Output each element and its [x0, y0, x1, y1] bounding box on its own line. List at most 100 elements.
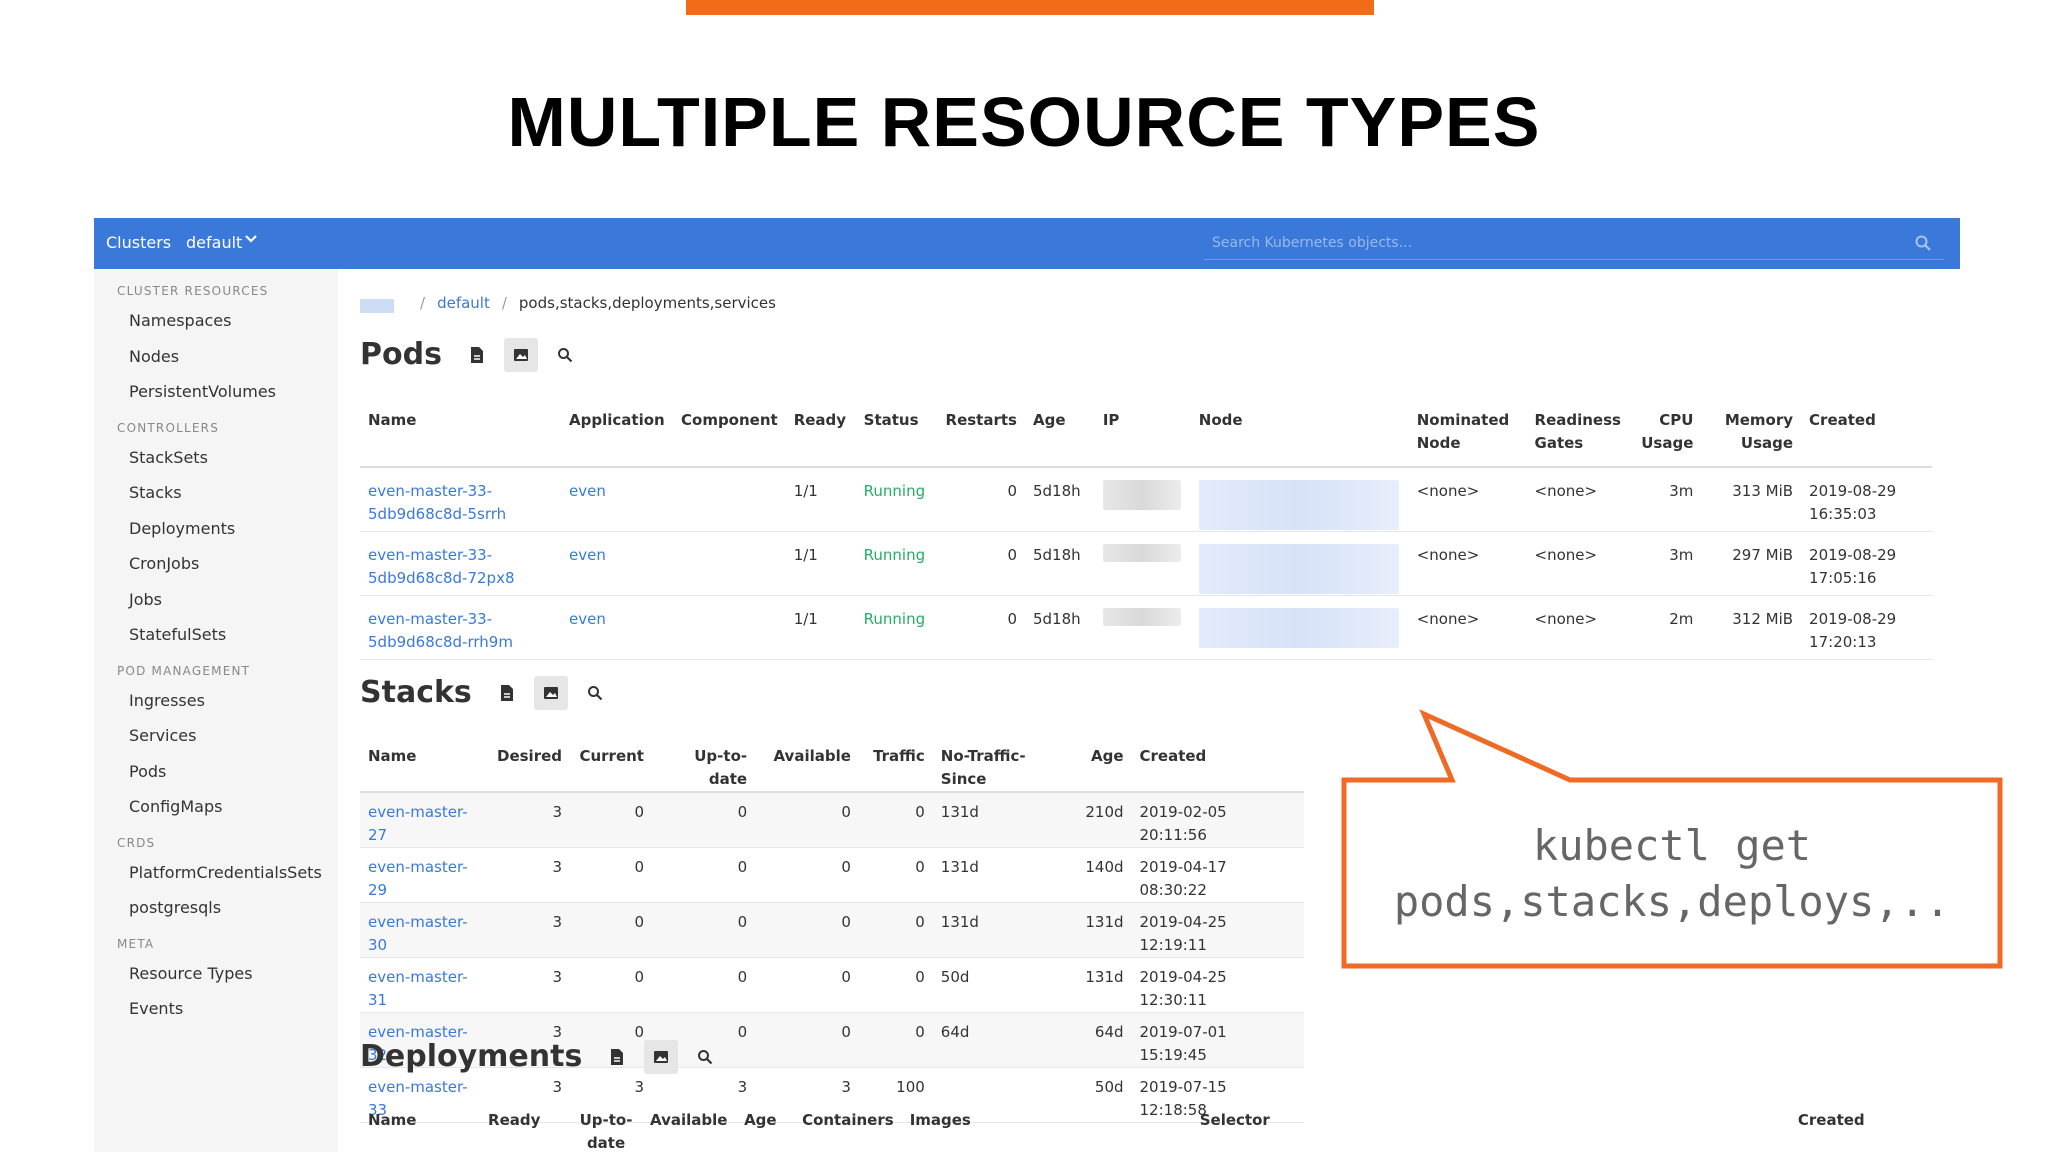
sidebar-item-events[interactable]: Events — [94, 991, 338, 1027]
pod-name-link[interactable]: even-master-33-5db9d68c8d-rrh9m — [360, 595, 561, 659]
image-icon[interactable] — [503, 337, 538, 372]
column-header[interactable]: CPU Usage — [1631, 409, 1701, 467]
column-header[interactable]: Current — [570, 745, 652, 792]
sidebar-item-resource-types[interactable]: Resource Types — [94, 956, 338, 992]
sidebar-item-cronjobs[interactable]: CronJobs — [94, 546, 338, 582]
stacks-header: Stacks — [360, 675, 622, 710]
table-row: even-master-33-5db9d68c8d-72px8 even 1/1… — [360, 531, 1932, 595]
pod-cpu-usage: 3m — [1669, 545, 1694, 564]
pod-age: 5d18h — [1032, 545, 1081, 564]
pod-node-redacted[interactable] — [1191, 467, 1409, 531]
pod-application-link[interactable]: even — [561, 595, 673, 659]
search-icon[interactable] — [578, 676, 612, 710]
table-row: even-master-31 3 0 0 0 0 50d 131d 2019-04-25 12:… — [360, 958, 1304, 1013]
pod-nominated-node: <none> — [1416, 609, 1480, 628]
image-icon[interactable] — [533, 675, 568, 710]
sidebar-item-postgresqls[interactable]: postgresqls — [94, 890, 338, 926]
pod-node-redacted[interactable] — [1191, 531, 1409, 595]
stack-no-traffic-since: 131d — [940, 913, 979, 931]
pod-name-link[interactable]: even-master-33-5db9d68c8d-5srrh — [360, 467, 561, 531]
sidebar-section-cluster-resources: CLUSTER RESOURCES Namespaces Nodes Persi… — [94, 279, 338, 410]
stack-name-link[interactable]: even-master-30 — [360, 903, 489, 958]
stack-name-link[interactable]: even-master-27 — [360, 792, 489, 848]
table-row: even-master-30 3 0 0 0 0 131d 131d 2019-04-25 12… — [360, 902, 1304, 958]
sidebar-item-stacks[interactable]: Stacks — [94, 475, 338, 511]
stack-name-link[interactable]: even-master-29 — [360, 848, 489, 903]
column-header[interactable]: Age — [736, 1109, 794, 1152]
clusters-link[interactable]: Clusters — [106, 233, 171, 252]
column-header[interactable]: Available — [755, 745, 859, 792]
sidebar-item-persistentvolumes[interactable]: PersistentVolumes — [94, 374, 338, 410]
column-header[interactable]: Up-to-date — [652, 745, 755, 792]
sidebar-item-ingresses[interactable]: Ingresses — [94, 683, 338, 719]
column-header[interactable]: Up-to-date — [570, 1109, 642, 1152]
column-header[interactable]: Name — [360, 409, 561, 467]
column-header[interactable]: Created — [1801, 409, 1932, 467]
column-header[interactable]: Ready — [786, 409, 856, 467]
column-header[interactable]: Status — [856, 409, 938, 467]
column-header[interactable]: Traffic — [859, 745, 933, 792]
sidebar-item-namespaces[interactable]: Namespaces — [94, 303, 338, 339]
column-header[interactable]: Name — [360, 745, 489, 792]
column-header[interactable]: Memory Usage — [1701, 409, 1801, 467]
chevron-down-icon[interactable] — [244, 231, 258, 249]
column-header[interactable]: Node — [1191, 409, 1409, 467]
column-header[interactable]: Component — [673, 409, 786, 467]
column-header[interactable]: Created — [1132, 745, 1304, 792]
pod-node-redacted[interactable] — [1191, 595, 1409, 659]
column-header[interactable]: Nominated Node — [1409, 409, 1527, 467]
breadcrumb-current: pods,stacks,deployments,services — [518, 294, 776, 312]
namespace-selector[interactable]: default — [186, 233, 242, 252]
pod-ready: 1/1 — [793, 609, 818, 628]
pod-status: Running — [863, 482, 926, 500]
column-header[interactable]: Age — [1074, 745, 1132, 792]
search-icon[interactable] — [688, 1040, 722, 1074]
search-icon[interactable] — [1914, 234, 1932, 252]
pod-name-link[interactable]: even-master-33-5db9d68c8d-72px8 — [360, 531, 561, 595]
column-header[interactable]: IP — [1095, 409, 1191, 467]
column-header[interactable]: Ready — [480, 1109, 570, 1152]
column-header[interactable]: Restarts — [938, 409, 1025, 467]
column-header[interactable]: Name — [360, 1109, 480, 1152]
sidebar-item-statefulsets[interactable]: StatefulSets — [94, 617, 338, 653]
kube-web-view-app: Clusters default CLUSTER RESOURCES Names… — [94, 218, 1960, 1152]
search-icon[interactable] — [548, 338, 582, 372]
pod-application-link[interactable]: even — [561, 467, 673, 531]
breadcrumb-cluster-redacted[interactable] — [360, 299, 394, 313]
column-header[interactable]: Containers — [794, 1109, 902, 1152]
sidebar-item-stacksets[interactable]: StackSets — [94, 440, 338, 476]
sidebar-item-pods[interactable]: Pods — [94, 754, 338, 790]
download-file-icon[interactable] — [490, 676, 524, 710]
sidebar-item-jobs[interactable]: Jobs — [94, 582, 338, 618]
column-header[interactable]: Age — [1025, 409, 1095, 467]
column-header[interactable]: Images — [902, 1109, 1192, 1152]
column-header[interactable]: Desired — [489, 745, 570, 792]
pod-ip-redacted — [1095, 531, 1191, 595]
pods-title: Pods — [360, 337, 442, 372]
sidebar-item-platformcredentialssets[interactable]: PlatformCredentialsSets — [94, 855, 338, 891]
breadcrumb-namespace-link[interactable]: default — [437, 294, 490, 312]
column-header[interactable]: Available — [642, 1109, 736, 1152]
pod-readiness-gates: <none> — [1534, 545, 1598, 564]
column-header[interactable]: Selector — [1192, 1109, 1790, 1152]
column-header[interactable]: Application — [561, 409, 673, 467]
sidebar-item-configmaps[interactable]: ConfigMaps — [94, 789, 338, 825]
pod-nominated-node: <none> — [1416, 545, 1480, 564]
column-header[interactable]: Created — [1790, 1109, 1950, 1152]
image-icon[interactable] — [644, 1039, 679, 1074]
sidebar-item-deployments[interactable]: Deployments — [94, 511, 338, 547]
pod-restarts: 0 — [1007, 482, 1017, 500]
stack-available: 0 — [841, 1023, 851, 1041]
download-file-icon[interactable] — [600, 1040, 634, 1074]
pod-application-link[interactable]: even — [561, 531, 673, 595]
stack-up-to-date: 0 — [737, 968, 748, 986]
stack-name-link[interactable]: even-master-31 — [360, 958, 489, 1013]
pod-ip-redacted — [1095, 467, 1191, 531]
column-header[interactable]: No-Traffic-Since — [933, 745, 1074, 792]
sidebar-item-services[interactable]: Services — [94, 718, 338, 754]
column-header[interactable]: Readiness Gates — [1527, 409, 1632, 467]
download-file-icon[interactable] — [460, 338, 494, 372]
sidebar-item-nodes[interactable]: Nodes — [94, 339, 338, 375]
search-input[interactable] — [1204, 228, 1894, 258]
stack-age: 64d — [1094, 1023, 1124, 1041]
